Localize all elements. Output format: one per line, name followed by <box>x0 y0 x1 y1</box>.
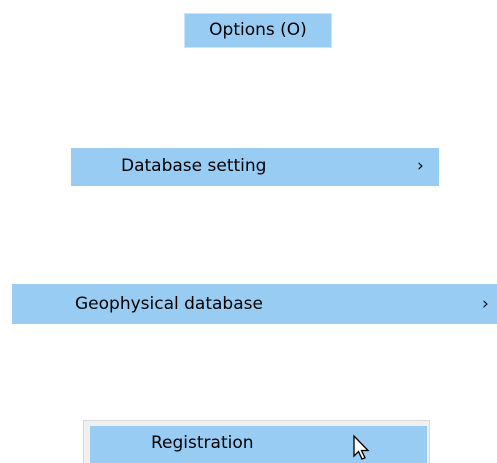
registration-menu-item[interactable]: Registration <box>90 426 427 463</box>
geophysical-database-menu-item[interactable]: Geophysical database › <box>12 284 497 324</box>
options-menu-button[interactable]: Options (O) <box>184 13 332 48</box>
database-setting-label: Database setting <box>121 156 267 176</box>
options-menu-label: Options (O) <box>209 20 307 40</box>
registration-label: Registration <box>151 433 254 453</box>
chevron-right-icon: › <box>482 294 489 314</box>
database-setting-menu-item[interactable]: Database setting › <box>71 148 439 186</box>
arrow-cursor-icon <box>353 434 370 460</box>
geophysical-database-label: Geophysical database <box>75 294 263 314</box>
chevron-right-icon: › <box>417 156 424 176</box>
